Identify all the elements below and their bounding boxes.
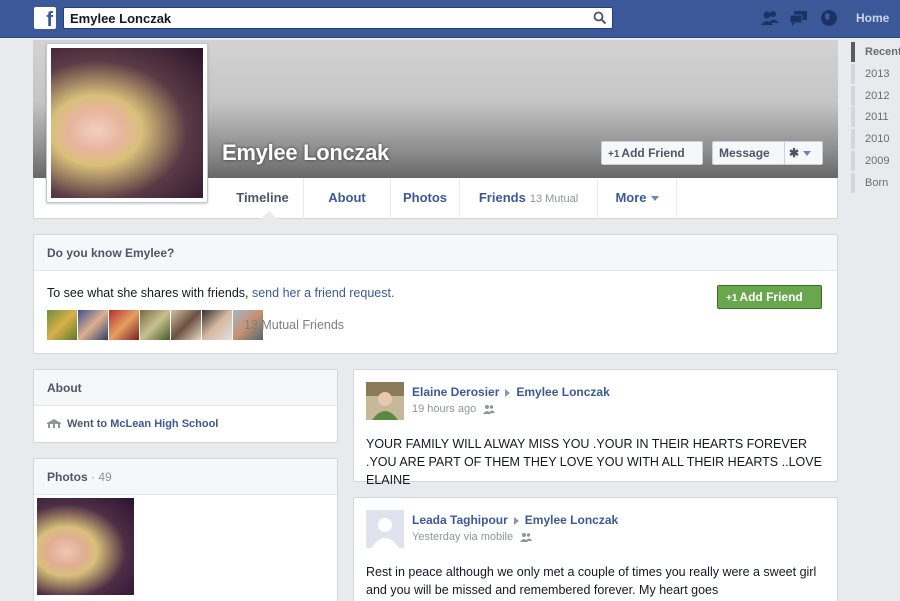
post-author-link[interactable]: Leada Taghipour: [412, 513, 508, 527]
friend-requests-icon[interactable]: [760, 8, 780, 28]
profile-photo: [51, 48, 203, 198]
notifications-globe-icon[interactable]: [819, 8, 839, 28]
year-recent[interactable]: Recent: [851, 42, 900, 62]
add-friend-button[interactable]: +1 Add Friend: [601, 141, 703, 165]
photos-count: · 49: [91, 470, 112, 484]
settings-dropdown-button[interactable]: ✱: [784, 141, 823, 165]
photos-title[interactable]: Photos: [47, 470, 88, 484]
about-title[interactable]: About: [34, 370, 337, 406]
post-author-link[interactable]: Elaine Derosier: [412, 385, 499, 399]
post-time[interactable]: Yesterday via mobile: [412, 531, 513, 543]
post-timestamp: Yesterday via mobile: [412, 531, 533, 543]
tab-label: More: [615, 190, 647, 205]
profile-picture[interactable]: [46, 43, 208, 203]
wall-post: Leada Taghipour Emylee Lonczak Yesterday …: [353, 497, 838, 601]
add-friend-icon: +1: [608, 149, 620, 160]
mutual-friend-thumb[interactable]: [202, 310, 232, 340]
search-icon[interactable]: [593, 11, 607, 25]
mutual-friend-thumb[interactable]: [171, 310, 201, 340]
know-text: To see what she shares with friends,: [47, 286, 249, 300]
year-2013[interactable]: 2013: [851, 64, 900, 84]
post-header: Elaine Derosier Emylee Lonczak: [412, 385, 610, 399]
arrow-right-icon: [513, 516, 519, 525]
year-2010[interactable]: 2010: [851, 129, 900, 149]
search-input[interactable]: Emylee Lonczak: [63, 7, 613, 29]
poster-avatar[interactable]: [366, 382, 404, 420]
messages-icon[interactable]: [789, 8, 809, 28]
mutual-friends-count: 13 Mutual: [529, 193, 579, 205]
message-button[interactable]: Message: [712, 141, 785, 165]
tab-label: About: [328, 190, 366, 205]
year-2011[interactable]: 2011: [851, 107, 900, 127]
photos-header: Photos · 49: [34, 459, 337, 495]
photo-thumbnail[interactable]: [37, 498, 134, 595]
home-link[interactable]: Home: [856, 11, 889, 25]
year-born[interactable]: Born: [851, 173, 900, 193]
arrow-right-icon: [505, 388, 511, 397]
year-2012[interactable]: 2012: [851, 86, 900, 106]
post-target-link[interactable]: Emylee Lonczak: [516, 385, 609, 399]
search-value: Emylee Lonczak: [70, 11, 172, 26]
do-you-know-text: To see what she shares with friends, sen…: [47, 286, 394, 300]
tab-photos[interactable]: Photos: [390, 178, 459, 219]
photos-card: Photos · 49: [33, 458, 338, 601]
tab-more[interactable]: More: [597, 178, 677, 219]
tab-label: Friends: [478, 190, 526, 205]
gear-icon: ✱: [789, 146, 800, 160]
mutual-friends-link[interactable]: 13 Mutual Friends: [244, 318, 344, 332]
chevron-down-icon: [650, 196, 659, 202]
post-body: YOUR FAMILY WILL ALWAY MISS YOU .YOUR IN…: [366, 437, 822, 487]
mutual-friend-thumb[interactable]: [47, 310, 77, 340]
send-friend-request-link[interactable]: send her a friend request.: [252, 286, 394, 300]
post-time[interactable]: 19 hours ago: [412, 403, 476, 415]
year-2009[interactable]: 2009: [851, 151, 900, 171]
add-friend-green-button[interactable]: +1 Add Friend: [717, 285, 822, 309]
tab-label: Timeline: [236, 190, 289, 205]
mutual-friend-thumb[interactable]: [140, 310, 170, 340]
about-card: About Went to McLean High School: [33, 369, 338, 443]
school-link[interactable]: McLean High School: [110, 418, 218, 430]
education-row: Went to McLean High School: [47, 418, 218, 430]
mutual-friend-thumb[interactable]: [109, 310, 139, 340]
post-header: Leada Taghipour Emylee Lonczak: [412, 513, 618, 527]
friends-audience-icon[interactable]: [483, 404, 496, 415]
profile-name[interactable]: Emylee Lonczak: [222, 140, 389, 166]
tab-friends[interactable]: Friends 13 Mutual: [459, 178, 597, 219]
facebook-logo-icon[interactable]: f: [34, 7, 56, 29]
friends-audience-icon[interactable]: [520, 532, 533, 543]
top-navigation-bar: f Emylee Lonczak Home: [0, 0, 900, 38]
mutual-friend-thumb[interactable]: [78, 310, 108, 340]
active-tab-pointer: [261, 211, 277, 219]
wall-post: Elaine Derosier Emylee Lonczak 19 hours a…: [353, 369, 838, 487]
do-you-know-card: Do you know Emylee? To see what she shar…: [33, 234, 838, 354]
went-to-label: Went to: [67, 418, 108, 430]
post-target-link[interactable]: Emylee Lonczak: [525, 513, 618, 527]
add-friend-label: Add Friend: [621, 146, 685, 160]
school-icon: [47, 419, 61, 429]
post-timestamp: 19 hours ago: [412, 403, 496, 415]
chevron-down-icon: [803, 151, 812, 157]
tab-label: Photos: [402, 190, 448, 205]
post-body: Rest in peace although we only met a cou…: [366, 565, 817, 597]
add-friend-label: Add Friend: [739, 290, 803, 304]
do-you-know-title: Do you know Emylee?: [34, 235, 837, 271]
add-friend-icon: +1: [726, 293, 738, 304]
tab-about[interactable]: About: [303, 178, 390, 219]
poster-avatar[interactable]: [366, 510, 404, 548]
